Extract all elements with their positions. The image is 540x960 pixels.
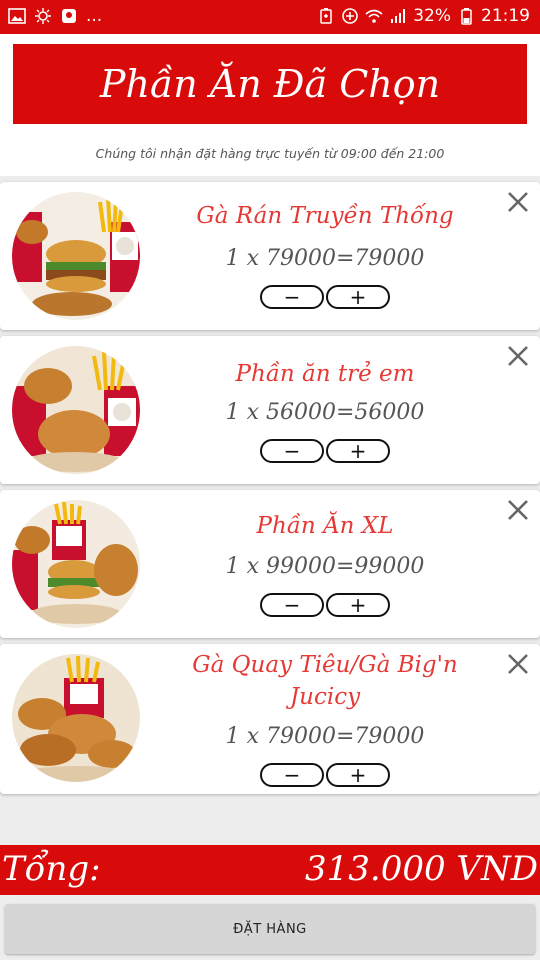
kids-meal-image — [12, 346, 140, 474]
status-bar-notifications: ... — [8, 6, 102, 26]
page-title: Phần Ăn Đã Chọn — [13, 44, 527, 124]
total-bar: Tổng: 313.000 VND — [0, 845, 540, 895]
place-order-button[interactable]: ĐẶT HÀNG — [5, 904, 535, 954]
signal-icon — [391, 9, 406, 23]
decrease-quantity-button[interactable]: − — [260, 439, 324, 463]
status-bar-system: 32% 21:19 — [317, 6, 530, 26]
cart-item: Phần Ăn XL 1 x 99000=99000 − + — [0, 490, 540, 638]
close-icon[interactable] — [504, 188, 532, 216]
decrease-quantity-button[interactable]: − — [260, 285, 324, 309]
total-label: Tổng: — [2, 849, 101, 889]
close-icon[interactable] — [504, 650, 532, 678]
item-image — [12, 654, 140, 782]
item-price-line: 1 x 79000=79000 — [225, 246, 425, 271]
cart-item: Phần ăn trẻ em 1 x 56000=56000 − + — [0, 336, 540, 484]
total-value: 313.000 VND — [305, 849, 538, 889]
item-image — [12, 192, 140, 320]
decrease-quantity-button[interactable]: − — [260, 763, 324, 787]
increase-quantity-button[interactable]: + — [326, 439, 390, 463]
data-saver-icon — [342, 8, 359, 24]
cart-item: Gà Rán Truyền Thống 1 x 79000=79000 − + — [0, 182, 540, 330]
item-name: Gà Rán Truyền Thống — [196, 203, 454, 229]
item-name: Gà Quay Tiêu/Gà Big'n Jucicy — [192, 652, 458, 710]
fried-chicken-burger-image — [12, 192, 140, 320]
clock: 21:19 — [481, 6, 530, 26]
increase-quantity-button[interactable]: + — [326, 285, 390, 309]
ordering-hours-note: Chúng tôi nhận đặt hàng trực tuyến từ 09… — [95, 146, 445, 161]
item-price-line: 1 x 56000=56000 — [225, 400, 425, 425]
close-icon[interactable] — [504, 342, 532, 370]
xl-combo-image — [12, 500, 140, 628]
messenger-icon — [62, 9, 76, 23]
decrease-quantity-button[interactable]: − — [260, 593, 324, 617]
battery-saver-icon — [320, 8, 332, 24]
item-price-line: 1 x 99000=99000 — [225, 554, 425, 579]
item-image — [12, 500, 140, 628]
pepper-roast-chicken-image — [12, 654, 140, 782]
item-name: Phần ăn trẻ em — [235, 361, 415, 387]
sun-icon — [35, 8, 51, 24]
item-name: Phần Ăn XL — [256, 513, 394, 539]
status-bar: ... 32% 21:19 — [0, 0, 540, 34]
item-image — [12, 346, 140, 474]
cart-item: Gà Quay Tiêu/Gà Big'n Jucicy 1 x 79000=7… — [0, 644, 540, 794]
close-icon[interactable] — [504, 496, 532, 524]
header: Phần Ăn Đã Chọn Chúng tôi nhận đặt hàng … — [0, 34, 540, 212]
increase-quantity-button[interactable]: + — [326, 763, 390, 787]
battery-icon — [461, 8, 472, 25]
image-icon — [8, 8, 26, 24]
status-overflow: ... — [86, 6, 103, 26]
item-price-line: 1 x 79000=79000 — [225, 724, 425, 749]
battery-percent: 32% — [413, 6, 451, 26]
wifi-icon — [365, 9, 383, 23]
increase-quantity-button[interactable]: + — [326, 593, 390, 617]
